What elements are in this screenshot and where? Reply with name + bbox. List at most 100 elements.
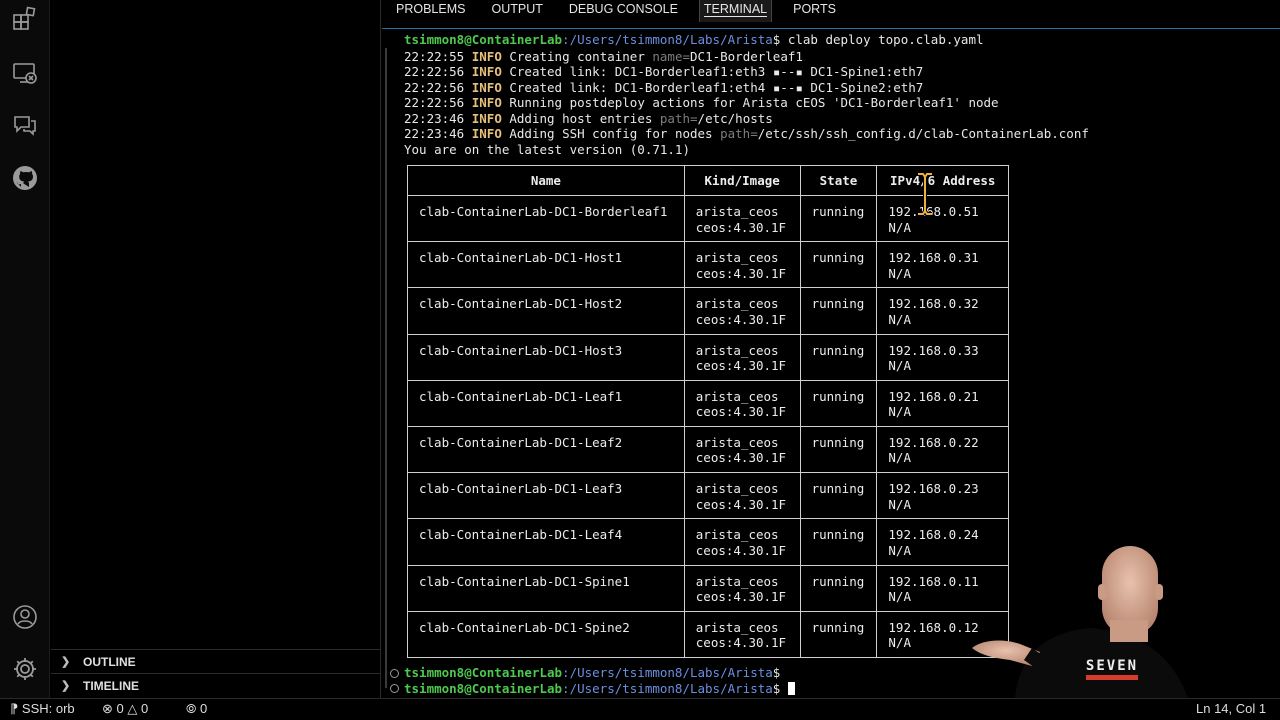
log-time: 22:22:56: [404, 79, 465, 95]
cursor-position[interactable]: Ln 14, Col 1: [1196, 701, 1266, 716]
name-value: clab-ContainerLab-DC1-Host1: [419, 250, 623, 266]
remote-explorer-icon[interactable]: [12, 60, 38, 86]
log-time: 22:22:56: [404, 64, 465, 80]
state-value: running: [811, 619, 865, 635]
status-bar: ⁋ SSH: orb ⊗ 0 △ 0 ⦾ 0 Ln 14, Col 1: [0, 698, 1280, 720]
log-time: 22:22:55: [404, 49, 465, 64]
ipv6-value: N/A: [888, 265, 911, 281]
remote-indicator[interactable]: ⁋ SSH: orb: [10, 701, 75, 717]
kind-image: arista_ceos ceos:4.30.1F: [683, 194, 801, 243]
presenter-webcam: SEVEN: [972, 546, 1188, 698]
ipv4-value: 192.168.0.22: [888, 434, 979, 450]
tab-label: PROBLEMS: [396, 2, 466, 16]
problems-indicator[interactable]: ⊗ 0 △ 0: [102, 701, 148, 717]
node-name: clab-ContainerLab-DC1-Leaf4: [407, 518, 685, 566]
ports-indicator[interactable]: ⦾ 0: [186, 701, 207, 717]
log-message: Running postdeploy actions for Arista cE…: [501, 95, 999, 111]
account-icon[interactable]: [12, 604, 38, 630]
name-value: clab-ContainerLab-DC1-Leaf2: [419, 434, 623, 450]
node-address: 192.168.0.51 N/A: [876, 194, 1009, 243]
terminal-cursor: [787, 682, 795, 695]
tab-terminal[interactable]: TERMINAL: [698, 0, 773, 22]
node-name: clab-ContainerLab-DC1-Host1: [407, 241, 685, 289]
image-value: ceos:4.30.1F: [695, 635, 787, 651]
node-state: running: [799, 518, 878, 566]
state-value: running: [811, 527, 865, 543]
name-value: clab-ContainerLab-DC1-Borderleaf1: [419, 204, 668, 219]
command-status-circle: [390, 669, 399, 678]
node-state: running: [799, 194, 878, 243]
prompt-user: tsimmon8@ContainerLab: [404, 681, 563, 696]
log-level: INFO: [471, 95, 502, 111]
tab-problems[interactable]: PROBLEMS: [396, 0, 465, 22]
command-status-circle: [390, 684, 399, 693]
github-icon[interactable]: [12, 165, 38, 191]
kind-value: arista_ceos: [695, 434, 779, 450]
tab-label: OUTPUT: [491, 2, 543, 16]
remote-icon: ⁋: [10, 701, 19, 716]
kind-image: arista_ceos ceos:4.30.1F: [683, 472, 801, 520]
node-state: running: [799, 425, 878, 474]
tab-ports[interactable]: PORTS: [793, 0, 836, 22]
command-text: clab deploy topo.clab.yaml: [780, 32, 984, 47]
panel-tabs: PROBLEMS OUTPUT DEBUG CONSOLE TERMINAL P…: [382, 0, 1280, 22]
column-header: Name: [407, 165, 685, 196]
outline-label: OUTLINE: [83, 654, 136, 669]
state-value: running: [811, 250, 865, 266]
image-value: ceos:4.30.1F: [695, 589, 787, 604]
table-row: clab-ContainerLab-DC1-Host3 arista_ceos ce…: [407, 333, 1009, 381]
image-value: ceos:4.30.1F: [695, 358, 787, 374]
timeline-section[interactable]: ❯ TIMELINE: [51, 673, 381, 697]
error-count: 0: [116, 701, 124, 716]
tab-output[interactable]: OUTPUT: [491, 0, 542, 22]
outline-section[interactable]: ❯ OUTLINE: [51, 649, 381, 673]
tab-label: TERMINAL: [703, 2, 768, 17]
prompt-user: tsimmon8@ContainerLab: [404, 32, 563, 47]
tab-label: PORTS: [793, 2, 836, 16]
kind-image: arista_ceos ceos:4.30.1F: [683, 518, 801, 566]
kind-value: arista_ceos: [695, 296, 779, 312]
prompt-line-active[interactable]: tsimmon8@ContainerLab:/Users/tsimmon8/La…: [404, 681, 795, 696]
log-message: Creating container: [501, 49, 653, 64]
tab-label: DEBUG CONSOLE: [568, 2, 678, 16]
kind-image: arista_ceos ceos:4.30.1F: [683, 241, 801, 289]
ipv4-value: 192.168.0.21: [888, 388, 979, 404]
shirt-text: SEVEN: [1086, 658, 1138, 674]
kind-image: arista_ceos ceos:4.30.1F: [683, 610, 801, 658]
log-time: 22:23:46: [404, 126, 465, 141]
node-name: clab-ContainerLab-DC1-Spine1: [407, 564, 685, 612]
prompt-user: tsimmon8@ContainerLab: [404, 665, 563, 680]
log-key: path=: [720, 126, 758, 141]
column-header: IPv4/6 Address: [876, 165, 1009, 196]
extensions-icon[interactable]: [12, 6, 38, 32]
kind-value: arista_ceos: [695, 481, 779, 497]
log-line: 22:23:46 INFO Adding host entries path=/…: [404, 111, 773, 126]
node-address: 192.168.0.21 N/A: [876, 379, 1009, 427]
node-state: running: [799, 610, 878, 658]
warning-count: 0: [141, 701, 149, 716]
ipv6-value: N/A: [888, 450, 911, 466]
log-time: 22:22:56: [404, 95, 465, 111]
image-value: ceos:4.30.1F: [695, 265, 787, 281]
tab-debug-console[interactable]: DEBUG CONSOLE: [569, 0, 678, 22]
sidebar: ❯ OUTLINE ❯ TIMELINE: [51, 0, 381, 698]
ipv4-value: 192.168.0.32: [888, 296, 979, 312]
ipv4-value: 192.168.0.51: [888, 204, 979, 219]
ipv6-value: N/A: [888, 496, 911, 512]
kind-value: arista_ceos: [695, 619, 779, 635]
table-row: clab-ContainerLab-DC1-Leaf1 arista_ceos ce…: [407, 379, 1009, 427]
chevron-right-icon: ❯: [61, 656, 71, 668]
node-state: running: [799, 472, 878, 520]
log-line: 22:23:46 INFO Adding SSH config for node…: [404, 126, 1089, 141]
log-key: path=: [659, 110, 698, 126]
table-row: clab-ContainerLab-DC1-Leaf2 arista_ceos ce…: [407, 425, 1009, 474]
log-level: INFO: [471, 126, 502, 141]
log-value: /etc/ssh/ssh_config.d/clab-ContainerLab.…: [757, 126, 1089, 141]
settings-gear-icon[interactable]: [12, 656, 38, 682]
chat-icon[interactable]: [12, 112, 38, 138]
kind-value: arista_ceos: [695, 388, 779, 404]
timeline-label: TIMELINE: [83, 678, 139, 693]
image-value: ceos:4.30.1F: [695, 311, 787, 327]
node-address: 192.168.0.31 N/A: [876, 241, 1009, 289]
log-line: 22:22:56 INFO Created link: DC1-Borderle…: [404, 64, 923, 79]
